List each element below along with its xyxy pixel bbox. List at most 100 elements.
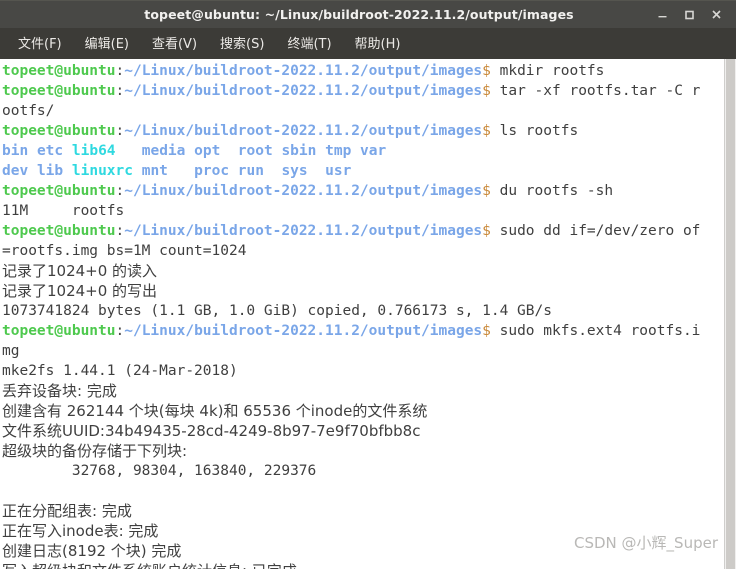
command-du: du rootfs -sh	[490, 183, 614, 199]
window-title: topeet@ubuntu: ~/Linux/buildroot-2022.11…	[144, 7, 574, 22]
terminal-line: 超级块的备份存储于下列块:	[2, 441, 724, 461]
terminal-output[interactable]: topeet@ubuntu:~/Linux/buildroot-2022.11.…	[0, 59, 724, 569]
prompt-colon: :	[115, 183, 125, 199]
prompt-colon: :	[115, 323, 125, 339]
prompt-colon: :	[115, 223, 125, 239]
prompt-path: ~/Linux/buildroot-2022.11.2/output/image…	[124, 323, 483, 339]
minimize-icon[interactable]	[656, 8, 669, 21]
prompt-user: topeet@ubuntu	[2, 223, 116, 239]
command-tar: tar -xf rootfs.tar -C r	[490, 83, 701, 99]
prompt-dollar: $	[482, 183, 491, 199]
maximize-icon[interactable]	[683, 8, 696, 21]
ls-entry-root: root	[237, 143, 273, 159]
menu-item-search[interactable]: 搜索(S)	[211, 30, 273, 56]
menu-bar: 文件(F) 编辑(E) 查看(V) 搜索(S) 终端(T) 帮助(H)	[0, 28, 736, 58]
terminal-line: 创建含有 262144 个块(每块 4k)和 65536 个inode的文件系统	[2, 401, 724, 421]
prompt-colon: :	[115, 63, 125, 79]
prompt-dollar: $	[482, 63, 491, 79]
terminal-line: 11M rootfs	[2, 201, 724, 221]
terminal-line: topeet@ubuntu:~/Linux/buildroot-2022.11.…	[2, 181, 724, 201]
mke2fs-version: mke2fs 1.44.1 (24-Mar-2018)	[2, 363, 238, 379]
dd-records-in: 记录了1024+0 的读入	[2, 262, 158, 280]
mkfs-group-tables: 正在分配组表: 完成	[2, 502, 132, 520]
ls-entry-lib64: lib64	[71, 143, 116, 159]
terminal-line: 丢弃设备块: 完成	[2, 381, 724, 401]
command-dd-wrap: =rootfs.img bs=1M count=1024	[2, 243, 247, 259]
terminal-area: topeet@ubuntu:~/Linux/buildroot-2022.11.…	[0, 58, 736, 569]
prompt-path: ~/Linux/buildroot-2022.11.2/output/image…	[124, 83, 483, 99]
terminal-window: topeet@ubuntu: ~/Linux/buildroot-2022.11…	[0, 0, 736, 569]
terminal-line: 记录了1024+0 的写出	[2, 281, 724, 301]
ls-entry-dev: dev	[2, 163, 29, 179]
terminal-line: 写入超级块和文件系统账户统计信息: 已完成	[2, 561, 724, 569]
ls-entry-sbin: sbin	[281, 143, 317, 159]
dd-records-out: 记录了1024+0 的写出	[2, 282, 158, 300]
terminal-line: 记录了1024+0 的读入	[2, 261, 724, 281]
terminal-line: ootfs/	[2, 101, 724, 121]
command-tar-wrap: ootfs/	[2, 103, 55, 119]
mkfs-superblock-label: 超级块的备份存储于下列块:	[2, 442, 192, 460]
menu-item-help[interactable]: 帮助(H)	[346, 30, 410, 56]
terminal-line: topeet@ubuntu:~/Linux/buildroot-2022.11.…	[2, 221, 724, 241]
command-ls: ls rootfs	[490, 123, 579, 139]
mkfs-discard: 丢弃设备块: 完成	[2, 382, 117, 400]
prompt-path: ~/Linux/buildroot-2022.11.2/output/image…	[124, 183, 483, 199]
ls-entry-media: media	[141, 143, 186, 159]
menu-item-edit[interactable]: 编辑(E)	[76, 30, 138, 56]
terminal-line: mg	[2, 341, 724, 361]
scrollbar-thumb[interactable]	[726, 59, 735, 569]
ls-entry-etc: etc	[36, 143, 64, 159]
menu-item-file[interactable]: 文件(F)	[9, 30, 71, 56]
ls-entry-opt: opt	[194, 143, 221, 159]
terminal-line: 文件系统UUID:34b49435-28cd-4249-8b97-7e9f70b…	[2, 421, 724, 441]
ls-entry-tmp: tmp	[325, 143, 352, 159]
menu-item-view[interactable]: 查看(V)	[143, 30, 206, 56]
terminal-line: 1073741824 bytes (1.1 GB, 1.0 GiB) copie…	[2, 301, 724, 321]
vertical-scrollbar[interactable]	[724, 59, 736, 569]
prompt-user: topeet@ubuntu	[2, 183, 116, 199]
terminal-line: 正在分配组表: 完成	[2, 501, 724, 521]
command-dd: sudo dd if=/dev/zero of	[490, 223, 701, 239]
terminal-line: dev lib linuxrc mnt proc run sys usr	[2, 161, 724, 181]
title-bar: topeet@ubuntu: ~/Linux/buildroot-2022.11…	[0, 0, 736, 28]
terminal-line: topeet@ubuntu:~/Linux/buildroot-2022.11.…	[2, 121, 724, 141]
command-mkfs-wrap: mg	[2, 343, 20, 359]
ls-entry-linuxrc: linuxrc	[71, 163, 133, 179]
prompt-user: topeet@ubuntu	[2, 63, 116, 79]
ls-entry-usr: usr	[325, 163, 352, 179]
ls-entry-sys: sys	[281, 163, 308, 179]
terminal-line: mke2fs 1.44.1 (24-Mar-2018)	[2, 361, 724, 381]
mkfs-create: 创建含有 262144 个块(每块 4k)和 65536 个inode的文件系统	[2, 402, 428, 420]
prompt-user: topeet@ubuntu	[2, 83, 116, 99]
prompt-dollar: $	[482, 83, 491, 99]
terminal-line: =rootfs.img bs=1M count=1024	[2, 241, 724, 261]
terminal-line: 创建日志(8192 个块) 完成	[2, 541, 724, 561]
mkfs-accounting: 写入超级块和文件系统账户统计信息: 已完成	[2, 562, 297, 569]
ls-entry-var: var	[360, 143, 387, 159]
prompt-user: topeet@ubuntu	[2, 323, 116, 339]
mkfs-uuid: 文件系统UUID:34b49435-28cd-4249-8b97-7e9f70b…	[2, 422, 421, 440]
ls-entry-lib: lib	[36, 163, 64, 179]
prompt-colon: :	[115, 83, 125, 99]
ls-entry-bin: bin	[2, 143, 29, 159]
terminal-line: 32768, 98304, 163840, 229376	[2, 461, 724, 481]
prompt-path: ~/Linux/buildroot-2022.11.2/output/image…	[124, 63, 483, 79]
window-controls	[656, 8, 736, 21]
command-mkfs: sudo mkfs.ext4 rootfs.i	[490, 323, 701, 339]
dd-summary: 1073741824 bytes (1.1 GB, 1.0 GiB) copie…	[2, 303, 552, 319]
mkfs-superblock-values: 32768, 98304, 163840, 229376	[2, 463, 317, 479]
ls-entry-mnt: mnt	[141, 163, 168, 179]
prompt-user: topeet@ubuntu	[2, 123, 116, 139]
mkfs-journal: 创建日志(8192 个块) 完成	[2, 542, 182, 560]
prompt-dollar: $	[482, 223, 491, 239]
terminal-line: topeet@ubuntu:~/Linux/buildroot-2022.11.…	[2, 81, 724, 101]
command-mkdir: mkdir rootfs	[490, 63, 605, 79]
ls-entry-run: run	[237, 163, 264, 179]
prompt-dollar: $	[482, 323, 491, 339]
close-icon[interactable]	[710, 8, 723, 21]
du-output: 11M rootfs	[2, 203, 125, 219]
menu-item-terminal[interactable]: 终端(T)	[278, 30, 340, 56]
prompt-dollar: $	[482, 123, 491, 139]
terminal-line: bin etc lib64 media opt root sbin tmp va…	[2, 141, 724, 161]
